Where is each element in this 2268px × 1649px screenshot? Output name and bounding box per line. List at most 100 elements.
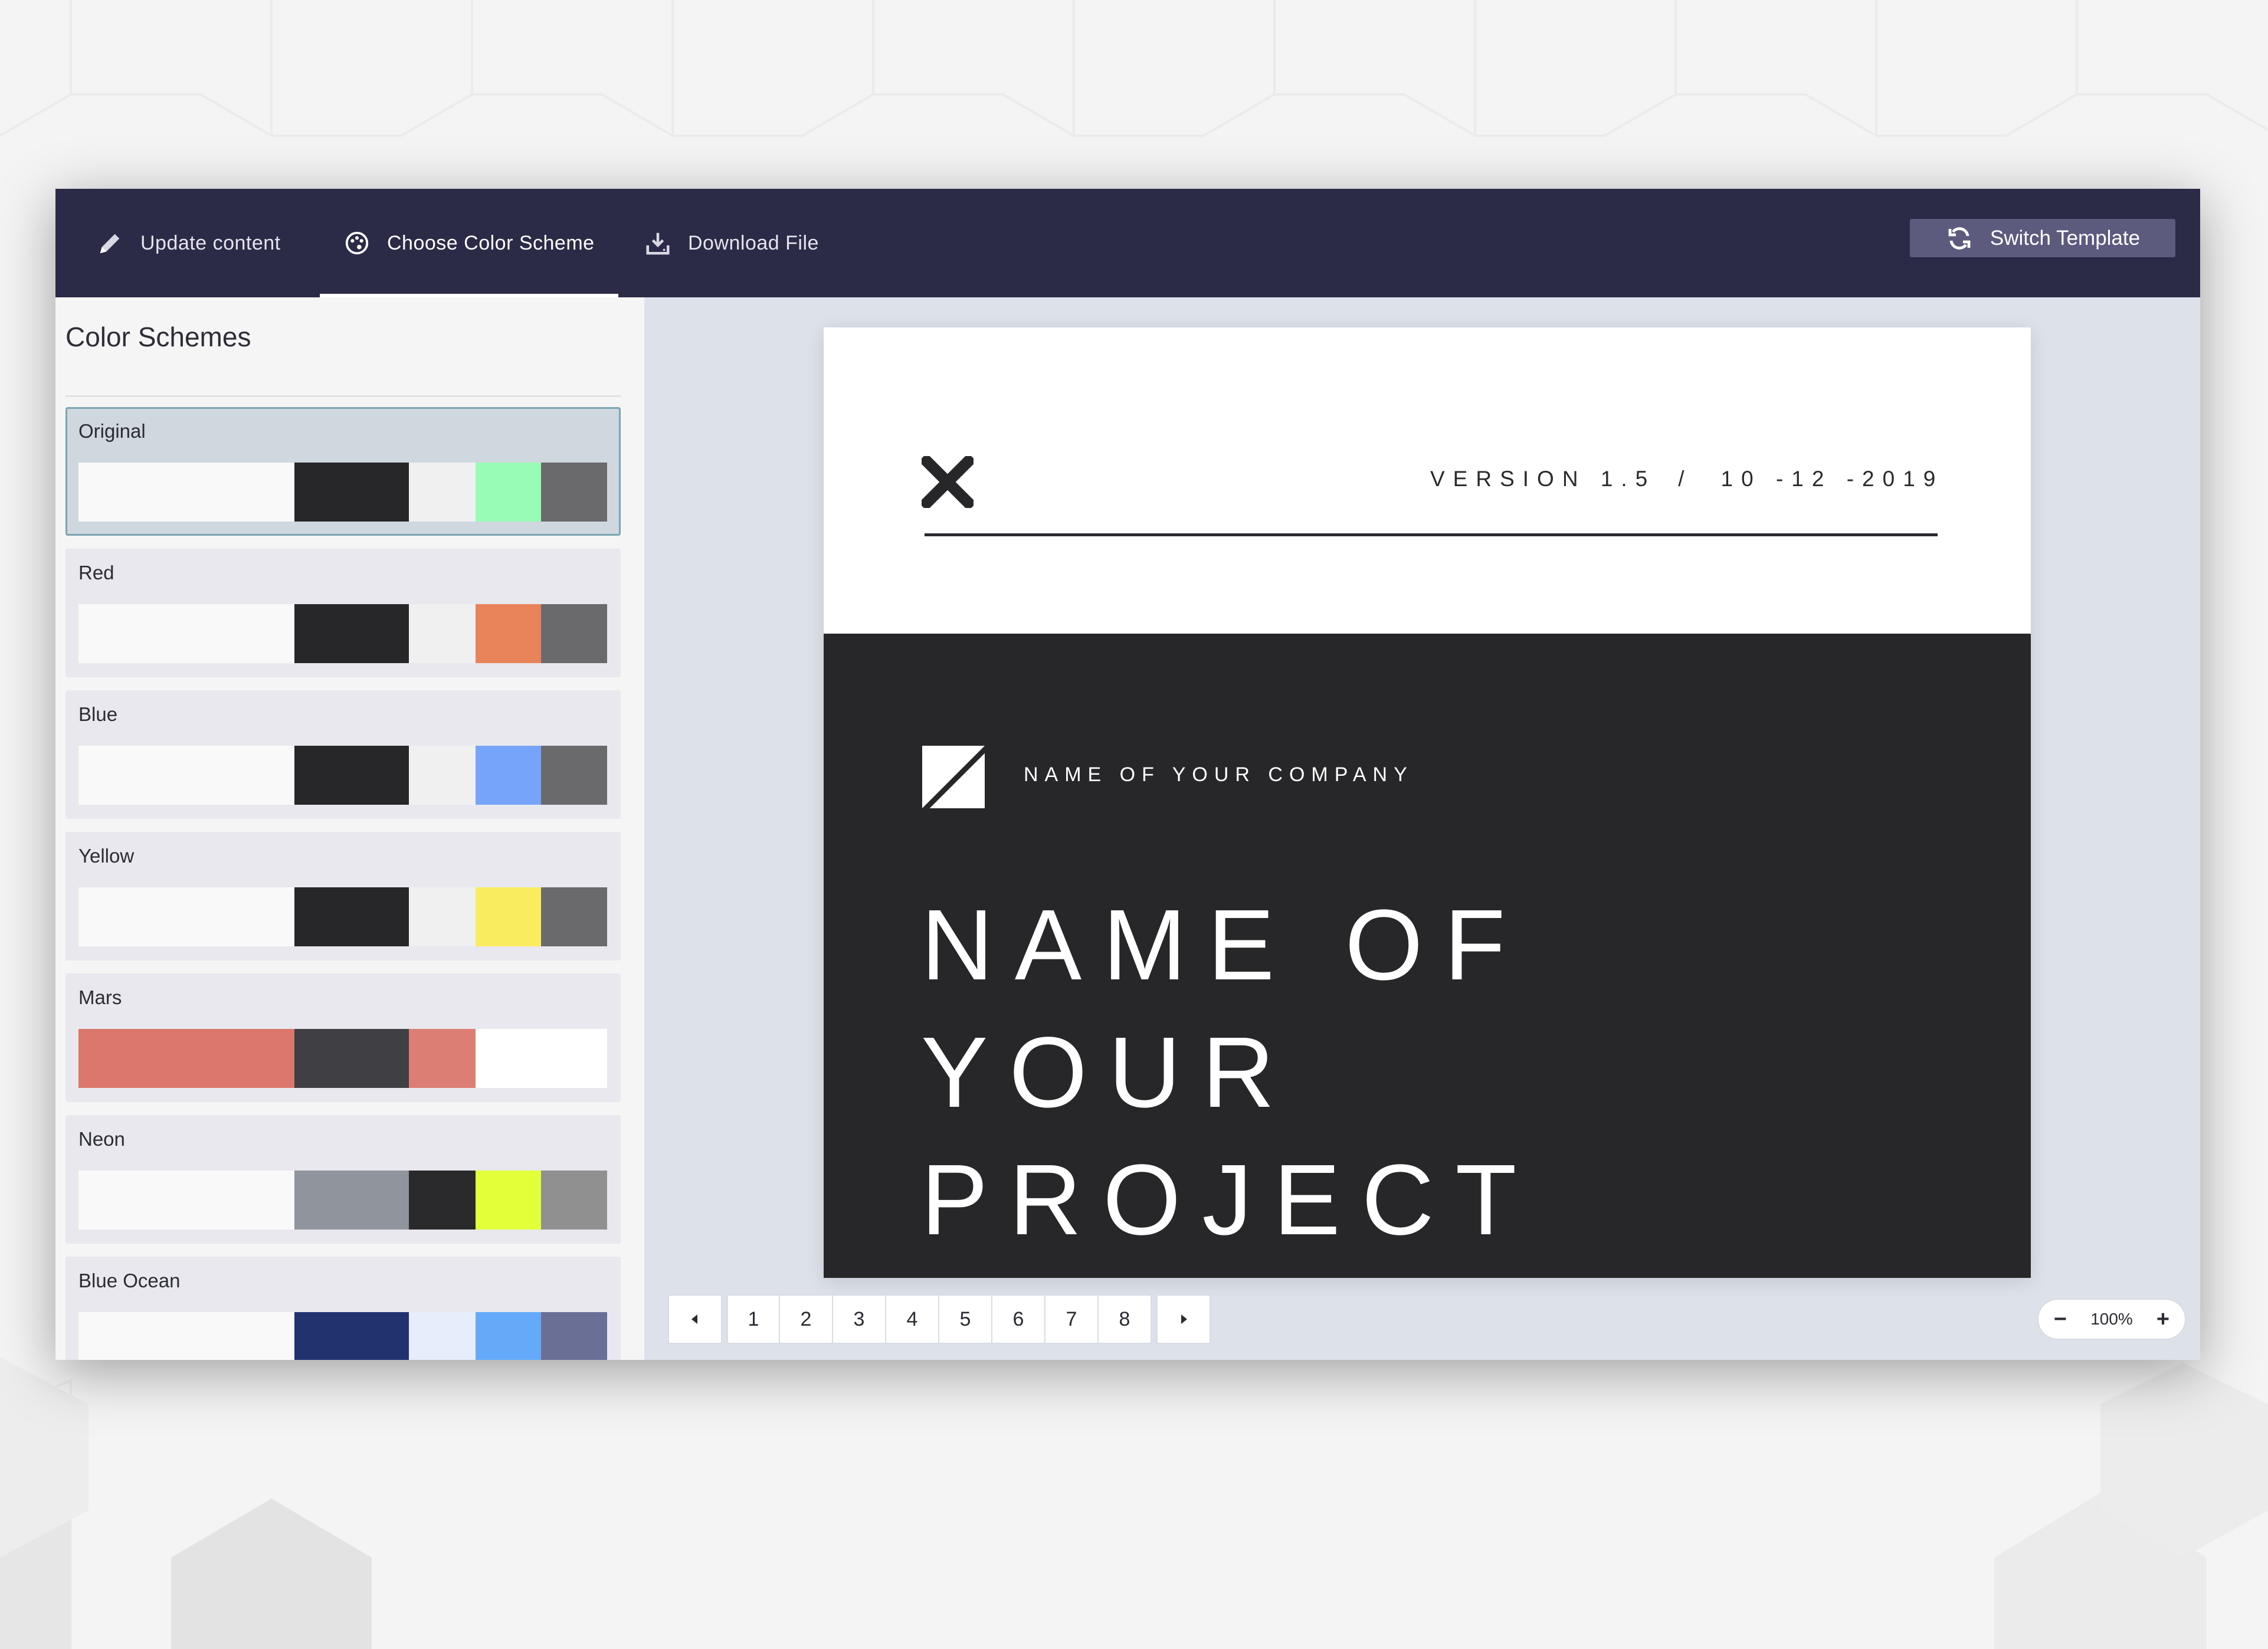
prev-page-button[interactable] <box>668 1294 722 1344</box>
zoom-in-button[interactable]: + <box>2154 1307 2172 1332</box>
slide-preview[interactable]: VERSION 1.5 / 10 -12 -2019 NAME OF YOUR CO… <box>824 327 2031 1278</box>
scheme-name: Red <box>78 562 114 583</box>
zoom-level: 100% <box>2090 1310 2133 1328</box>
color-swatch <box>409 463 476 522</box>
app-window: Update content Choose Color Scheme Downl… <box>55 189 2200 1360</box>
color-swatch <box>476 604 541 663</box>
swatch-row <box>78 604 607 663</box>
color-swatch <box>541 1029 607 1088</box>
tab-label: Update content <box>140 231 281 254</box>
color-scheme-card[interactable]: Yellow <box>65 832 621 960</box>
color-scheme-card[interactable]: Neon <box>65 1115 621 1244</box>
scheme-name: Original <box>78 420 146 442</box>
color-swatch <box>409 887 476 946</box>
color-swatch <box>541 463 607 522</box>
header-rule <box>925 533 1938 536</box>
swatch-row <box>78 463 607 522</box>
scheme-name: Blue Ocean <box>78 1270 181 1291</box>
scheme-name: Neon <box>78 1128 125 1150</box>
color-swatch <box>78 1029 294 1088</box>
project-title-line: NAME OF YOUR <box>921 889 1527 1129</box>
color-swatch <box>409 1312 476 1360</box>
color-swatch <box>541 887 607 946</box>
page-button[interactable]: 2 <box>780 1294 833 1344</box>
project-title-line: PROJECT <box>921 1144 1538 1256</box>
page-button[interactable]: 7 <box>1045 1294 1099 1344</box>
version-text: VERSION 1.5 <box>1430 467 1656 491</box>
company-name: NAME OF YOUR COMPANY <box>1024 763 1414 786</box>
download-icon <box>646 232 670 255</box>
panel-title: Color Schemes <box>65 322 251 352</box>
swatch-row <box>78 1312 607 1360</box>
tab-update-content[interactable]: Update content <box>97 189 281 297</box>
switch-template-button[interactable]: Switch Template <box>1910 219 2175 257</box>
color-scheme-card[interactable]: Original <box>65 407 621 536</box>
color-swatch <box>78 1312 294 1360</box>
scheme-name: Blue <box>78 703 118 725</box>
color-swatch <box>409 1029 476 1088</box>
color-swatch <box>476 887 541 946</box>
color-swatch <box>476 746 541 805</box>
scheme-name: Mars <box>78 986 122 1008</box>
page-navigator: 12345678 <box>668 1294 1211 1344</box>
zoom-out-button[interactable]: − <box>2051 1307 2069 1332</box>
refresh-icon <box>1948 227 1971 250</box>
next-page-button[interactable] <box>1156 1294 1211 1344</box>
color-swatch <box>409 604 476 663</box>
version-date: VERSION 1.5 / 10 -12 -2019 <box>1430 467 1943 491</box>
tab-download-file[interactable]: Download File <box>644 189 819 297</box>
company-logo-icon <box>922 746 985 808</box>
separator: / <box>1678 467 1693 491</box>
color-swatch <box>78 604 294 663</box>
tab-label: Choose Color Scheme <box>387 231 595 254</box>
slide-canvas: VERSION 1.5 / 10 -12 -2019 NAME OF YOUR CO… <box>644 297 2200 1360</box>
page-button[interactable]: 3 <box>833 1294 886 1344</box>
color-swatch <box>409 1171 476 1230</box>
swatch-row <box>78 1029 607 1088</box>
color-swatch <box>78 887 294 946</box>
color-swatch <box>78 463 294 522</box>
tab-choose-color-scheme[interactable]: Choose Color Scheme <box>320 189 618 297</box>
color-swatch <box>294 463 409 522</box>
caret-left-icon <box>691 1314 697 1324</box>
color-swatch <box>294 604 409 663</box>
color-swatch <box>78 1171 294 1230</box>
color-swatch <box>476 1171 541 1230</box>
color-scheme-card[interactable]: Mars <box>65 973 621 1102</box>
color-scheme-card[interactable]: Blue Ocean <box>65 1257 621 1360</box>
swatch-row <box>78 1171 607 1230</box>
page-button[interactable]: 4 <box>886 1294 939 1344</box>
slide-body: NAME OF YOUR COMPANY NAME OF YOUR PROJEC… <box>824 634 2031 1278</box>
project-title: NAME OF YOUR PROJECT <box>921 881 1924 1264</box>
slide-header: VERSION 1.5 / 10 -12 -2019 <box>824 327 2031 634</box>
page-button[interactable]: 8 <box>1099 1294 1152 1344</box>
color-swatch <box>294 1029 409 1088</box>
top-toolbar: Update content Choose Color Scheme Downl… <box>55 189 2200 297</box>
palette-icon <box>345 231 369 255</box>
color-swatch <box>294 1171 409 1230</box>
tab-label: Download File <box>688 231 819 254</box>
switch-template-label: Switch Template <box>1990 226 2141 250</box>
divider <box>65 395 621 397</box>
color-swatch <box>541 1171 607 1230</box>
color-swatch <box>294 1312 409 1360</box>
color-swatch <box>409 746 476 805</box>
color-scheme-card[interactable]: Red <box>65 549 621 677</box>
color-swatch <box>541 746 607 805</box>
color-swatch <box>476 463 541 522</box>
page-button[interactable]: 6 <box>992 1294 1045 1344</box>
date-text: 10 -12 -2019 <box>1720 467 1944 491</box>
page-button[interactable]: 5 <box>939 1294 992 1344</box>
caret-right-icon <box>1181 1314 1187 1324</box>
color-swatch <box>541 1312 607 1360</box>
color-swatch <box>78 746 294 805</box>
scheme-name: Yellow <box>78 845 135 867</box>
color-schemes-panel: Color Schemes Original Red Blue Yellow Mars N… <box>55 297 644 1360</box>
swatch-row <box>78 746 607 805</box>
page-button[interactable]: 1 <box>727 1294 780 1344</box>
color-scheme-card[interactable]: Blue <box>65 690 621 819</box>
color-swatch <box>294 887 409 946</box>
swatch-row <box>78 887 607 946</box>
x-logo-icon <box>922 456 974 508</box>
color-swatch <box>476 1029 541 1088</box>
